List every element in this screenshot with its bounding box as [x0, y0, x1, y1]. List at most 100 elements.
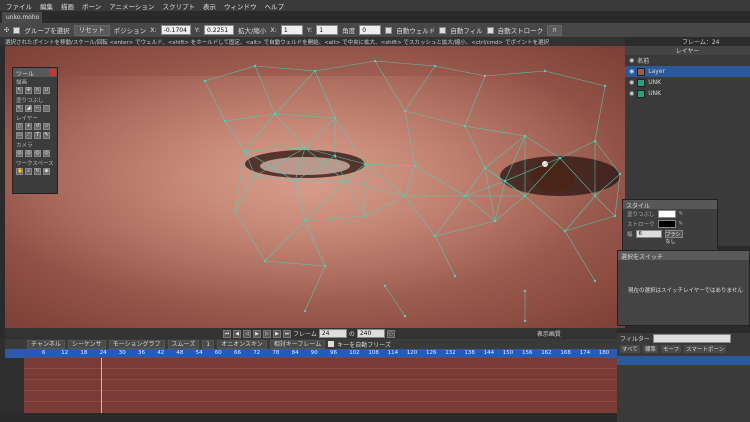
timeline-tracks[interactable]: [24, 358, 617, 413]
mesh-point[interactable]: [303, 219, 307, 223]
select-shape-icon[interactable]: ↖: [16, 105, 23, 112]
interpolation-select[interactable]: スムーズ: [167, 339, 200, 349]
filter-tab-all[interactable]: すべて: [620, 345, 640, 353]
zoom-icon[interactable]: ⌕: [25, 168, 32, 175]
menu-item[interactable]: アニメーション: [109, 1, 154, 11]
first-frame-icon[interactable]: ⏮: [223, 329, 231, 338]
prev-key-icon[interactable]: ◀: [233, 329, 241, 338]
relative-keyframe-button[interactable]: 相対キーフレーム: [269, 339, 326, 349]
display-quality-label[interactable]: 表示画質: [537, 329, 561, 338]
mesh-point[interactable]: [603, 84, 607, 88]
menu-item[interactable]: ヘルプ: [264, 1, 284, 11]
magnet-icon[interactable]: ∪: [43, 87, 50, 94]
mesh-point[interactable]: [303, 309, 307, 313]
filter-selected-row[interactable]: [617, 356, 750, 365]
mesh-point[interactable]: [453, 274, 457, 278]
scale-y-input[interactable]: [316, 25, 339, 35]
menu-item[interactable]: ボーン: [82, 1, 101, 11]
mesh-point[interactable]: [263, 259, 267, 263]
orbit-icon[interactable]: ◉: [43, 168, 50, 175]
hand-icon[interactable]: ✋: [16, 168, 23, 175]
layer-row[interactable]: ◉ UNK: [625, 88, 750, 99]
filter-tab-standard[interactable]: 標準: [642, 345, 658, 353]
menu-item[interactable]: ウィンドウ: [224, 1, 257, 11]
layer-row[interactable]: ◉ Layer: [625, 66, 750, 77]
mesh-point[interactable]: [523, 194, 527, 198]
menu-item[interactable]: ファイル: [6, 1, 32, 11]
mesh-point[interactable]: [433, 234, 437, 238]
line-width-icon[interactable]: ◌: [43, 105, 50, 112]
shear-layer-icon[interactable]: ▱: [43, 123, 50, 130]
menu-item[interactable]: 編集: [40, 1, 53, 11]
position-y-input[interactable]: [204, 25, 235, 35]
frame-input[interactable]: [318, 329, 347, 338]
auto-weld-checkbox[interactable]: [385, 26, 393, 34]
mesh-point[interactable]: [373, 59, 377, 63]
zoom-camera-icon[interactable]: ◎: [25, 150, 32, 157]
mesh-point[interactable]: [253, 174, 257, 178]
no-brush-button[interactable]: ブラシなし: [664, 230, 683, 245]
mesh-point[interactable]: [363, 214, 367, 218]
mesh-point[interactable]: [543, 69, 547, 73]
scale-x-input[interactable]: [280, 25, 303, 35]
fill-swatch[interactable]: [657, 210, 676, 218]
mesh-point[interactable]: [203, 79, 207, 83]
position-x-input[interactable]: [160, 25, 191, 35]
mesh-point[interactable]: [363, 162, 367, 166]
mesh-point[interactable]: [413, 164, 417, 168]
mesh-point[interactable]: [383, 284, 387, 288]
mesh-point[interactable]: [593, 194, 597, 198]
stroke-swatch[interactable]: [657, 220, 676, 228]
mesh-point[interactable]: [403, 194, 407, 198]
mesh-point[interactable]: [593, 279, 597, 283]
filter-tab-morph[interactable]: モーフ: [660, 345, 682, 353]
last-frame-icon[interactable]: ⏭: [283, 329, 291, 338]
mesh-point[interactable]: [493, 219, 497, 223]
group-select-checkbox[interactable]: [13, 26, 21, 34]
flip-layer-icon[interactable]: ⟋: [25, 132, 32, 139]
next-key-icon[interactable]: ▶: [273, 329, 281, 338]
tab-channels[interactable]: チャンネル: [27, 339, 65, 349]
next-frame-icon[interactable]: ▷: [263, 329, 271, 338]
rotate-layer-icon[interactable]: ↺: [34, 123, 41, 130]
menu-item[interactable]: スクリプト: [162, 1, 195, 11]
close-icon[interactable]: [49, 69, 56, 76]
mesh-point[interactable]: [463, 194, 467, 198]
mesh-point[interactable]: [523, 319, 527, 323]
reset-button[interactable]: リセット: [73, 24, 110, 36]
mesh-point[interactable]: [503, 179, 507, 183]
mesh-point[interactable]: [253, 64, 257, 68]
set-origin-icon[interactable]: +: [25, 123, 32, 130]
curvature-icon[interactable]: ∩: [34, 87, 41, 94]
mesh-point[interactable]: [343, 179, 347, 183]
menu-item[interactable]: 描画: [61, 1, 74, 11]
transform-points-icon[interactable]: ✣: [25, 87, 32, 94]
mesh-point[interactable]: [433, 64, 437, 68]
mesh-point[interactable]: [333, 154, 337, 158]
mesh-point[interactable]: [523, 134, 527, 138]
mesh-point[interactable]: [523, 289, 527, 293]
mesh-point[interactable]: [563, 229, 567, 233]
auto-fill-checkbox[interactable]: [439, 26, 447, 34]
mesh-point[interactable]: [243, 149, 247, 153]
mesh-point[interactable]: [313, 69, 317, 73]
prev-frame-icon[interactable]: ◁: [243, 329, 251, 338]
mesh-point[interactable]: [558, 156, 562, 160]
tab-motion-graph[interactable]: モーショングラフ: [108, 339, 165, 349]
eye-icon[interactable]: ◉: [629, 79, 634, 86]
eye-icon[interactable]: ◉: [629, 90, 634, 97]
timeline-ruler[interactable]: 6 12 18 24 30 36 42 48 54 60 66 72 78 84 90 96 102 108 114…: [5, 349, 617, 358]
mesh-point[interactable]: [223, 119, 227, 123]
canvas[interactable]: [5, 46, 625, 328]
mesh-point[interactable]: [233, 209, 237, 213]
filter-tab-smart-bone[interactable]: スマートボーン: [684, 345, 727, 353]
tab-sequencer[interactable]: シーケンサ: [67, 339, 106, 349]
eyedropper-icon[interactable]: ✎: [43, 132, 50, 139]
eyedropper-icon[interactable]: ✎: [679, 211, 684, 217]
mesh-point[interactable]: [463, 124, 467, 128]
interpolation-value[interactable]: 1: [202, 339, 215, 349]
layer-row[interactable]: ◉ UNK: [625, 77, 750, 88]
rotate-workspace-icon[interactable]: ↻: [34, 168, 41, 175]
mesh-point[interactable]: [323, 264, 327, 268]
auto-freeze-checkbox[interactable]: [328, 341, 335, 347]
